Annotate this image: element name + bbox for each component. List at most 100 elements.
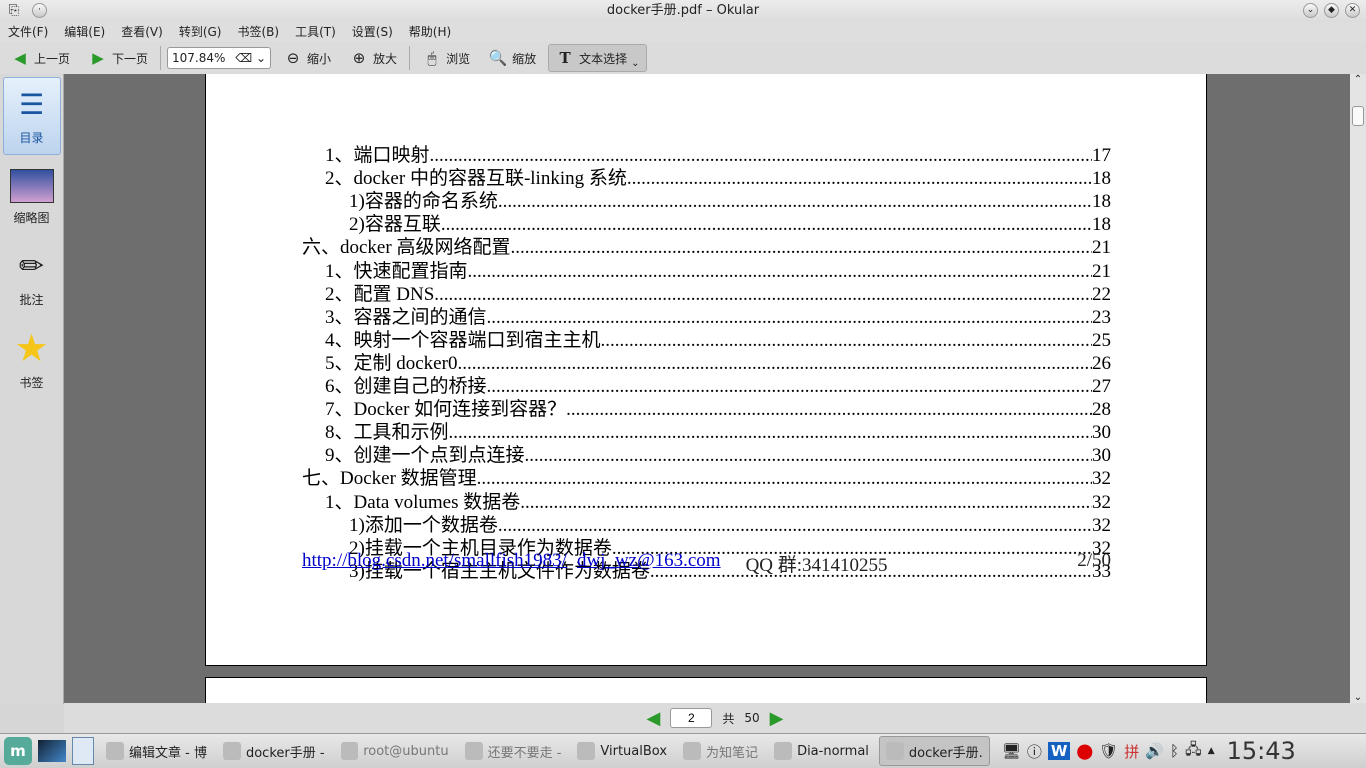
prev-page-button[interactable]: ◀ 上一页 [4,44,76,72]
bluetooth-icon[interactable]: ᛒ [1170,742,1179,760]
wps-icon[interactable]: W [1047,742,1071,760]
taskbar-item[interactable]: 为知笔记 [677,736,764,766]
toc-entry[interactable]: 2、docker 中的容器互联-linking 系统 18 [325,167,1111,190]
taskbar-item[interactable]: root@ubuntu [335,736,455,766]
sidebar-item-annotations[interactable]: ✏ 批注 [3,239,61,317]
menu-go[interactable]: 转到(G) [179,22,230,42]
toc-entry[interactable]: 2、配置 DNS 22 [325,283,1111,306]
toc-page: 23 [1092,306,1111,328]
toc-entry[interactable]: 1)添加一个数据卷 32 [349,514,1111,537]
clear-icon[interactable]: ⌫ ⌄ [235,51,266,65]
next-page-icon: ▶ [92,49,104,67]
zoom-select[interactable]: 107.84% ⌫ ⌄ [167,47,272,69]
menu-help[interactable]: 帮助(H) [409,22,459,42]
taskbar-item[interactable]: docker手册 - [217,736,331,766]
pin-button[interactable]: · [32,3,47,18]
network-icon[interactable]: 🖧 [1185,739,1202,764]
toc-entry[interactable]: 1、快速配置指南 21 [325,260,1111,283]
sidebar-item-bookmarks[interactable]: ★ 书签 [3,320,61,398]
vertical-scrollbar[interactable]: ⌃ ⌄ [1350,74,1366,703]
toc-page: 18 [1092,214,1111,236]
pencil-icon: ✏ [18,248,45,284]
toc-page: 32 [1092,491,1111,513]
of-label: 共 [722,711,735,726]
page-number-input[interactable] [670,708,713,728]
mint-menu-icon[interactable]: m [4,737,32,765]
chevron-down-icon[interactable]: ⌄ [631,58,639,69]
dot-leader [449,421,1092,444]
menu-edit[interactable]: 编辑(E) [64,22,113,42]
thumbnails-icon [9,168,54,203]
menu-view[interactable]: 查看(V) [121,22,171,42]
next-page-arrow-icon[interactable]: ▶ [770,708,784,729]
toc-title: 1)容器的命名系统 [349,191,498,213]
scroll-up-icon[interactable]: ⌃ [1350,74,1366,85]
prev-page-arrow-icon[interactable]: ◀ [647,708,661,729]
menu-settings[interactable]: 设置(S) [352,22,401,42]
maximize-button[interactable]: ◆ [1324,3,1339,18]
qq-group: QQ 群:341410255 [745,555,888,576]
email-link[interactable]: dwj_wz@163.com [577,550,721,577]
toc-entry[interactable]: 9、创建一个点到点连接 30 [325,444,1111,467]
toc-entry[interactable]: 六、docker 高级网络配置 21 [302,236,1111,259]
text-select-button[interactable]: T 文本选择 ⌄ [548,44,647,72]
toc-entry[interactable]: 1、端口映射 17 [325,144,1111,167]
opera-icon[interactable]: ⬤ [1076,742,1093,760]
clock[interactable]: 15:43 [1227,737,1296,765]
blog-link[interactable]: http://blog.csdn.net/smallfish1983/ [302,550,567,577]
toc-page: 30 [1092,422,1111,444]
toc-entry[interactable]: 2)容器互联 18 [349,213,1111,236]
app-icon [774,742,793,760]
browse-tool-button[interactable]: 🖱 浏览 [416,44,476,72]
dot-leader [510,236,1092,259]
minimize-button[interactable]: ⌄ [1303,3,1318,18]
zoom-tool-button[interactable]: 🔍 缩放 [482,44,542,72]
toc-entry[interactable]: 7、Docker 如何连接到容器？ 28 [325,398,1111,421]
zoom-in-button[interactable]: ⊕ 放大 [343,44,403,72]
toc-entry[interactable]: 6、创建自己的桥接 27 [325,375,1111,398]
sidebar-item-thumbnails[interactable]: 缩略图 [3,158,61,236]
dot-leader [441,213,1092,236]
zoom-out-icon: ⊖ [286,49,300,67]
dot-leader [627,167,1092,190]
toc-page: 18 [1092,168,1111,190]
shield-icon[interactable]: 🛡 [1099,742,1118,760]
toc-entry[interactable]: 8、工具和示例 30 [325,421,1111,444]
app-icon [683,742,702,760]
taskbar-item[interactable]: 编辑文章 - 博 [100,736,213,766]
show-desktop-icon[interactable] [38,740,66,762]
taskbar-item[interactable]: VirtualBox [571,736,673,766]
notification-icon[interactable]: ⓘ [1027,741,1042,762]
toc-entry[interactable]: 七、Docker 数据管理 32 [302,467,1111,490]
input-method-icon[interactable]: 拼 [1124,741,1139,762]
zoom-out-button[interactable]: ⊖ 缩小 [277,44,337,72]
toc-entry[interactable]: 4、映射一个容器端口到宿主主机 25 [325,329,1111,352]
menu-bookmarks[interactable]: 书签(B) [237,22,287,42]
okular-app-icon[interactable]: ⎘ [4,3,24,18]
taskbar-item[interactable]: docker手册. [878,736,990,766]
scrollbar-thumb[interactable] [1352,106,1364,126]
next-page-button[interactable]: ▶ 下一页 [82,44,154,72]
system-tray: 🖥 ⓘ W ⬤ 🛡 拼 🔊 ᛒ 🖧 ▲ [1002,739,1215,764]
magnifier-icon: 🔍 [488,49,508,67]
toc-entry[interactable]: 3、容器之间的通信 23 [325,306,1111,329]
volume-icon[interactable]: 🔊 [1145,742,1164,760]
file-manager-icon[interactable] [72,737,94,765]
toc-entry[interactable]: 5、定制 docker0 26 [325,352,1111,375]
dot-leader [457,352,1092,375]
toc-entry[interactable]: 1、Data volumes 数据卷 32 [325,491,1111,514]
close-button[interactable]: ✕ [1345,3,1360,18]
document-view[interactable]: 1、端口映射172、docker 中的容器互联-linking 系统181)容器… [64,74,1350,703]
tray-expand-icon[interactable]: ▲ [1208,746,1215,756]
toolbar: ◀ 上一页 ▶ 下一页 107.84% ⌫ ⌄ ⊖ 缩小 ⊕ 放大 🖱 浏览 🔍 缩放 T 文本… [0,42,1366,74]
menu-tools[interactable]: 工具(T) [295,22,344,42]
toc-title: 2、配置 DNS [325,283,435,305]
taskbar-item[interactable]: Dia-normal [768,736,875,766]
sidebar-item-contents[interactable]: ☰ 目录 [2,77,61,155]
dot-leader [520,491,1092,514]
toc-entry[interactable]: 1)容器的命名系统 18 [349,190,1111,213]
scroll-down-icon[interactable]: ⌄ [1350,692,1366,703]
monitor-icon[interactable]: 🖥 [1002,742,1021,760]
taskbar-item[interactable]: 还要不要走 - [459,736,568,766]
menu-file[interactable]: 文件(F) [8,22,56,42]
